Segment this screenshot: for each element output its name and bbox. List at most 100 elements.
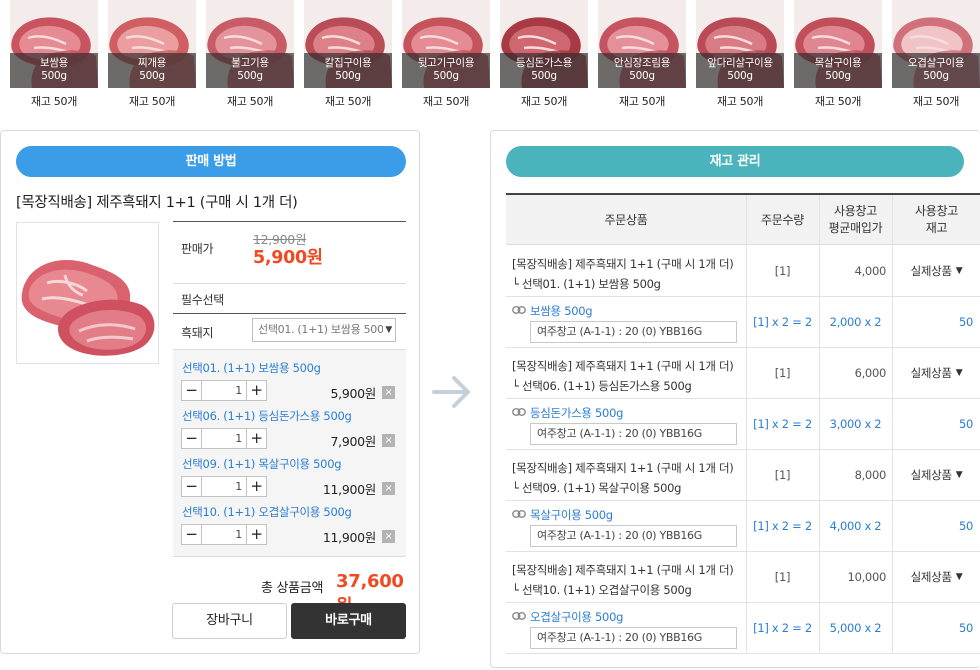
minus-button[interactable]: −: [182, 429, 202, 448]
sub-product-link[interactable]: 등심돈가스용 500g: [530, 405, 623, 421]
product-thumb-stock: 재고 50개: [226, 95, 274, 108]
minus-button[interactable]: −: [182, 381, 202, 400]
sub-qty: [1] x 2 = 2: [753, 417, 812, 431]
product-thumb[interactable]: 보쌈용 500g 재고 50개: [10, 0, 98, 108]
selected-option-price: 5,900원: [330, 386, 377, 401]
product-thumb-image: 찌개용 500g: [108, 0, 196, 88]
sales-panel: 판매 방법 [목장직배송] 제주흑돼지 1+1 (구매 시 1개 더) 판매가 …: [0, 130, 420, 654]
table-header: 주문상품 주문수량 사용창고 평균매입가 사용창고 재고: [506, 195, 980, 245]
sub-stock: 50: [958, 315, 973, 329]
warehouse-field[interactable]: 여주창고 (A-1-1) : 20 (0) YBB16G: [530, 627, 737, 649]
product-thumb-caption: 찌개용 500g: [108, 53, 196, 88]
quantity-input[interactable]: 1: [203, 477, 246, 496]
product-thumb[interactable]: 안심장조림용 500g 재고 50개: [598, 0, 686, 108]
order-product-title: [목장직배송] 제주흑돼지 1+1 (구매 시 1개 더): [512, 461, 734, 475]
quantity-input[interactable]: 1: [203, 381, 246, 400]
selected-option-item: 선택01. (1+1) 보쌈용 500g −1 +5,900원 ×: [173, 360, 406, 408]
product-thumb-image: 보쌈용 500g: [10, 0, 98, 88]
col-stock: 사용창고 재고: [892, 195, 980, 245]
product-thumb[interactable]: 뒷고기구이용 500g 재고 50개: [402, 0, 490, 108]
warehouse-field[interactable]: 여주창고 (A-1-1) : 20 (0) YBB16G: [530, 423, 737, 445]
option-select[interactable]: 선택01. (1+1) 보쌈용 500g ▼: [252, 318, 396, 342]
plus-button[interactable]: +: [246, 525, 266, 544]
column-divider: [819, 195, 820, 654]
close-icon[interactable]: ×: [382, 386, 395, 399]
sub-stock: 50: [958, 621, 973, 635]
product-type-value: 실제상품: [910, 264, 952, 278]
option-select-value: 선택01. (1+1) 보쌈용 500g: [258, 323, 391, 336]
product-type-value: 실제상품: [910, 468, 952, 482]
product-type-select[interactable]: 실제상품 ▼: [892, 246, 980, 296]
product-thumb[interactable]: 불고기용 500g 재고 50개: [206, 0, 294, 108]
selected-option-name: 선택01. (1+1) 보쌈용 500g: [182, 361, 321, 375]
quantity-input[interactable]: 1: [203, 429, 246, 448]
close-icon[interactable]: ×: [382, 434, 395, 447]
warehouse-field[interactable]: 여주창고 (A-1-1) : 20 (0) YBB16G: [530, 525, 737, 547]
product-type-select[interactable]: 실제상품 ▼: [892, 552, 980, 602]
product-thumb[interactable]: 찌개용 500g 재고 50개: [108, 0, 196, 108]
product-thumb-weight: 500g: [629, 70, 655, 82]
close-icon[interactable]: ×: [382, 482, 395, 495]
product-thumb-caption: 칼집구이용 500g: [304, 53, 392, 88]
sub-product-link[interactable]: 보쌈용 500g: [530, 303, 593, 319]
quantity-stepper: −1 +: [181, 428, 267, 449]
order-qty: [1]: [774, 468, 791, 482]
sub-qty: [1] x 2 = 2: [753, 315, 812, 329]
col-avg-price-line2: 평균매입가: [828, 221, 883, 235]
product-thumb-image: 안심장조림용 500g: [598, 0, 686, 88]
product-thumb[interactable]: 오겹살구이용 500g 재고 50개: [892, 0, 980, 108]
quantity-input[interactable]: 1: [203, 525, 246, 544]
link-icon: [512, 510, 526, 518]
product-thumb-stock: 재고 50개: [912, 95, 960, 108]
table-row: [목장직배송] 제주흑돼지 1+1 (구매 시 1개 더) └ 선택01. (1+…: [506, 246, 980, 297]
product-thumb-caption: 앞다리살구이용 500g: [696, 53, 784, 88]
product-thumb-weight: 500g: [727, 70, 753, 82]
column-divider: [746, 195, 747, 654]
product-thumb-name: 보쌈용: [39, 57, 69, 69]
sub-stock: 50: [958, 519, 973, 533]
close-icon[interactable]: ×: [382, 530, 395, 543]
plus-button[interactable]: +: [246, 477, 266, 496]
product-thumb[interactable]: 칼집구이용 500g 재고 50개: [304, 0, 392, 108]
product-thumb-stock: 재고 50개: [716, 95, 764, 108]
cart-button[interactable]: 장바구니: [172, 603, 287, 639]
table-row: [목장직배송] 제주흑돼지 1+1 (구매 시 1개 더) └ 선택09. (1+…: [506, 450, 980, 501]
product-thumb[interactable]: 등심돈가스용 500g 재고 50개: [500, 0, 588, 108]
order-product: [목장직배송] 제주흑돼지 1+1 (구매 시 1개 더) └ 선택01. (1+…: [512, 254, 734, 294]
caret-down-icon: ▼: [955, 470, 963, 480]
avg-price: 8,000: [854, 468, 887, 482]
selected-option-price: 7,900원: [330, 434, 377, 449]
product-thumb[interactable]: 앞다리살구이용 500g 재고 50개: [696, 0, 784, 108]
product-thumb-name: 등심돈가스용: [515, 57, 573, 69]
plus-button[interactable]: +: [246, 429, 266, 448]
product-thumb-stock: 재고 50개: [520, 95, 568, 108]
minus-button[interactable]: −: [182, 525, 202, 544]
product-thumb-weight: 500g: [335, 70, 361, 82]
sub-product-link[interactable]: 오겹살구이용 500g: [530, 609, 623, 625]
quantity-stepper: −1 +: [181, 476, 267, 497]
selected-option-item: 선택06. (1+1) 등심돈가스용 500g −1 +7,900원 ×: [173, 408, 406, 456]
product-type-select[interactable]: 실제상품 ▼: [892, 450, 980, 500]
product-thumb-caption: 등심돈가스용 500g: [500, 53, 588, 88]
product-thumb-weight: 500g: [923, 70, 949, 82]
warehouse-field[interactable]: 여주창고 (A-1-1) : 20 (0) YBB16G: [530, 321, 737, 343]
inventory-header: 재고 관리: [506, 146, 964, 177]
sub-product-link[interactable]: 목살구이용 500g: [530, 507, 613, 523]
plus-button[interactable]: +: [246, 381, 266, 400]
product-type-select[interactable]: 실제상품 ▼: [892, 348, 980, 398]
minus-button[interactable]: −: [182, 477, 202, 496]
product-thumb-name: 불고기용: [231, 57, 269, 69]
buy-now-button[interactable]: 바로구매: [291, 603, 406, 639]
col-avg-price: 사용창고 평균매입가: [819, 195, 892, 245]
avg-price: 10,000: [847, 570, 887, 584]
divider: [173, 313, 406, 314]
sub-price: 4,000 x 2: [829, 519, 882, 533]
price-box: 판매가 12,900원 5,900원: [173, 221, 406, 283]
product-type-value: 실제상품: [910, 366, 952, 380]
sale-price: 5,900원: [253, 248, 323, 268]
product-thumb[interactable]: 목살구이용 500g 재고 50개: [794, 0, 882, 108]
order-product-option: └ 선택01. (1+1) 보쌈용 500g: [512, 277, 661, 291]
product-thumb-stock: 재고 50개: [324, 95, 372, 108]
sales-method-header: 판매 방법: [16, 146, 406, 177]
selected-option-name: 선택06. (1+1) 등심돈가스용 500g: [182, 409, 352, 423]
